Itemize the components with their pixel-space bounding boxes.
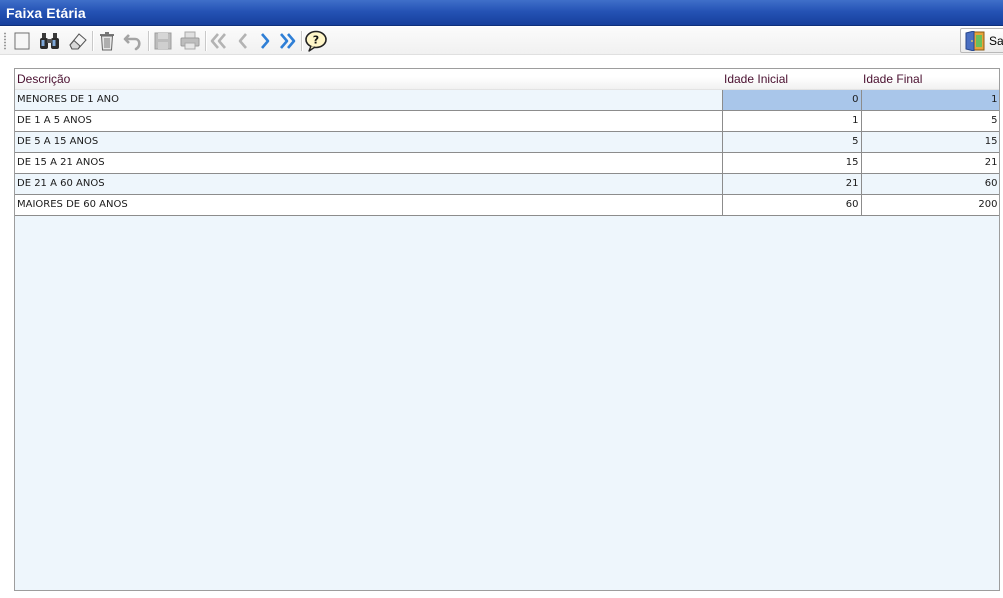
window-title-bar: Faixa Etária: [0, 0, 1003, 26]
column-header-idade-inicial[interactable]: Idade Inicial: [722, 69, 861, 90]
new-record-icon: [12, 31, 32, 51]
toolbar-separator: [301, 31, 302, 51]
last-record-button[interactable]: [276, 30, 298, 52]
cell-idade-final[interactable]: 200: [861, 194, 999, 216]
column-header-idade-final[interactable]: Idade Final: [861, 69, 999, 90]
help-button[interactable]: ?: [305, 30, 327, 52]
previous-record-button[interactable]: [232, 30, 254, 52]
delete-button[interactable]: [96, 30, 118, 52]
save-icon: [153, 31, 173, 51]
undo-icon: [122, 31, 144, 51]
cell-idade-final[interactable]: 21: [861, 152, 999, 174]
cell-idade-inicial[interactable]: 15: [722, 152, 862, 174]
faixa-etaria-grid[interactable]: Descrição Idade Inicial Idade Final MENO…: [14, 68, 1000, 591]
svg-text:?: ?: [313, 34, 319, 47]
next-record-button[interactable]: [254, 30, 276, 52]
print-icon: [179, 31, 201, 51]
cell-idade-final[interactable]: 15: [861, 131, 999, 153]
table-row[interactable]: DE 5 A 15 ANOS 5 15: [15, 131, 999, 153]
exit-button-label: Sair: [989, 34, 1003, 48]
toolbar-grip[interactable]: [4, 32, 6, 50]
save-button[interactable]: [152, 30, 174, 52]
first-record-icon: [208, 31, 230, 51]
table-row[interactable]: MENORES DE 1 ANO 0 1: [15, 89, 999, 111]
cell-descricao[interactable]: DE 1 A 5 ANOS: [15, 110, 723, 132]
eraser-icon: [67, 31, 89, 51]
cell-idade-inicial[interactable]: 21: [722, 173, 862, 195]
cell-idade-final[interactable]: 60: [861, 173, 999, 195]
trash-icon: [97, 31, 117, 51]
cell-idade-inicial[interactable]: 1: [722, 110, 862, 132]
toolbar-separator: [205, 31, 206, 51]
cell-idade-inicial[interactable]: 0: [722, 89, 862, 111]
toolbar: ? Sair: [0, 27, 1003, 55]
cell-descricao[interactable]: DE 15 A 21 ANOS: [15, 152, 723, 174]
door-exit-icon: [964, 30, 986, 55]
clear-button[interactable]: [67, 30, 89, 52]
toolbar-separator: [148, 31, 149, 51]
last-record-icon: [276, 31, 298, 51]
cell-idade-final[interactable]: 5: [861, 110, 999, 132]
cell-idade-inicial[interactable]: 5: [722, 131, 862, 153]
exit-button[interactable]: Sair: [960, 28, 1003, 53]
table-row[interactable]: DE 1 A 5 ANOS 1 5: [15, 110, 999, 132]
first-record-button[interactable]: [208, 30, 230, 52]
toolbar-separator: [92, 31, 93, 51]
new-record-button[interactable]: [11, 30, 33, 52]
cell-descricao[interactable]: MAIORES DE 60 ANOS: [15, 194, 723, 216]
cell-descricao[interactable]: DE 5 A 15 ANOS: [15, 131, 723, 153]
cell-idade-inicial[interactable]: 60: [722, 194, 862, 216]
table-row[interactable]: DE 21 A 60 ANOS 21 60: [15, 173, 999, 195]
cell-descricao[interactable]: MENORES DE 1 ANO: [15, 89, 723, 111]
next-record-icon: [255, 31, 275, 51]
header-row: Descrição Idade Inicial Idade Final: [15, 69, 999, 90]
data-table: Descrição Idade Inicial Idade Final MENO…: [15, 69, 999, 216]
cell-descricao[interactable]: DE 21 A 60 ANOS: [15, 173, 723, 195]
table-row[interactable]: DE 15 A 21 ANOS 15 21: [15, 152, 999, 174]
help-icon: ?: [304, 30, 328, 52]
table-row[interactable]: MAIORES DE 60 ANOS 60 200: [15, 194, 999, 216]
cell-idade-final[interactable]: 1: [861, 89, 999, 111]
binoculars-icon: [39, 31, 61, 51]
undo-button[interactable]: [122, 30, 144, 52]
column-header-descricao[interactable]: Descrição: [15, 69, 722, 90]
window-title: Faixa Etária: [6, 5, 86, 21]
print-button[interactable]: [179, 30, 201, 52]
previous-record-icon: [233, 31, 253, 51]
search-button[interactable]: [39, 30, 61, 52]
